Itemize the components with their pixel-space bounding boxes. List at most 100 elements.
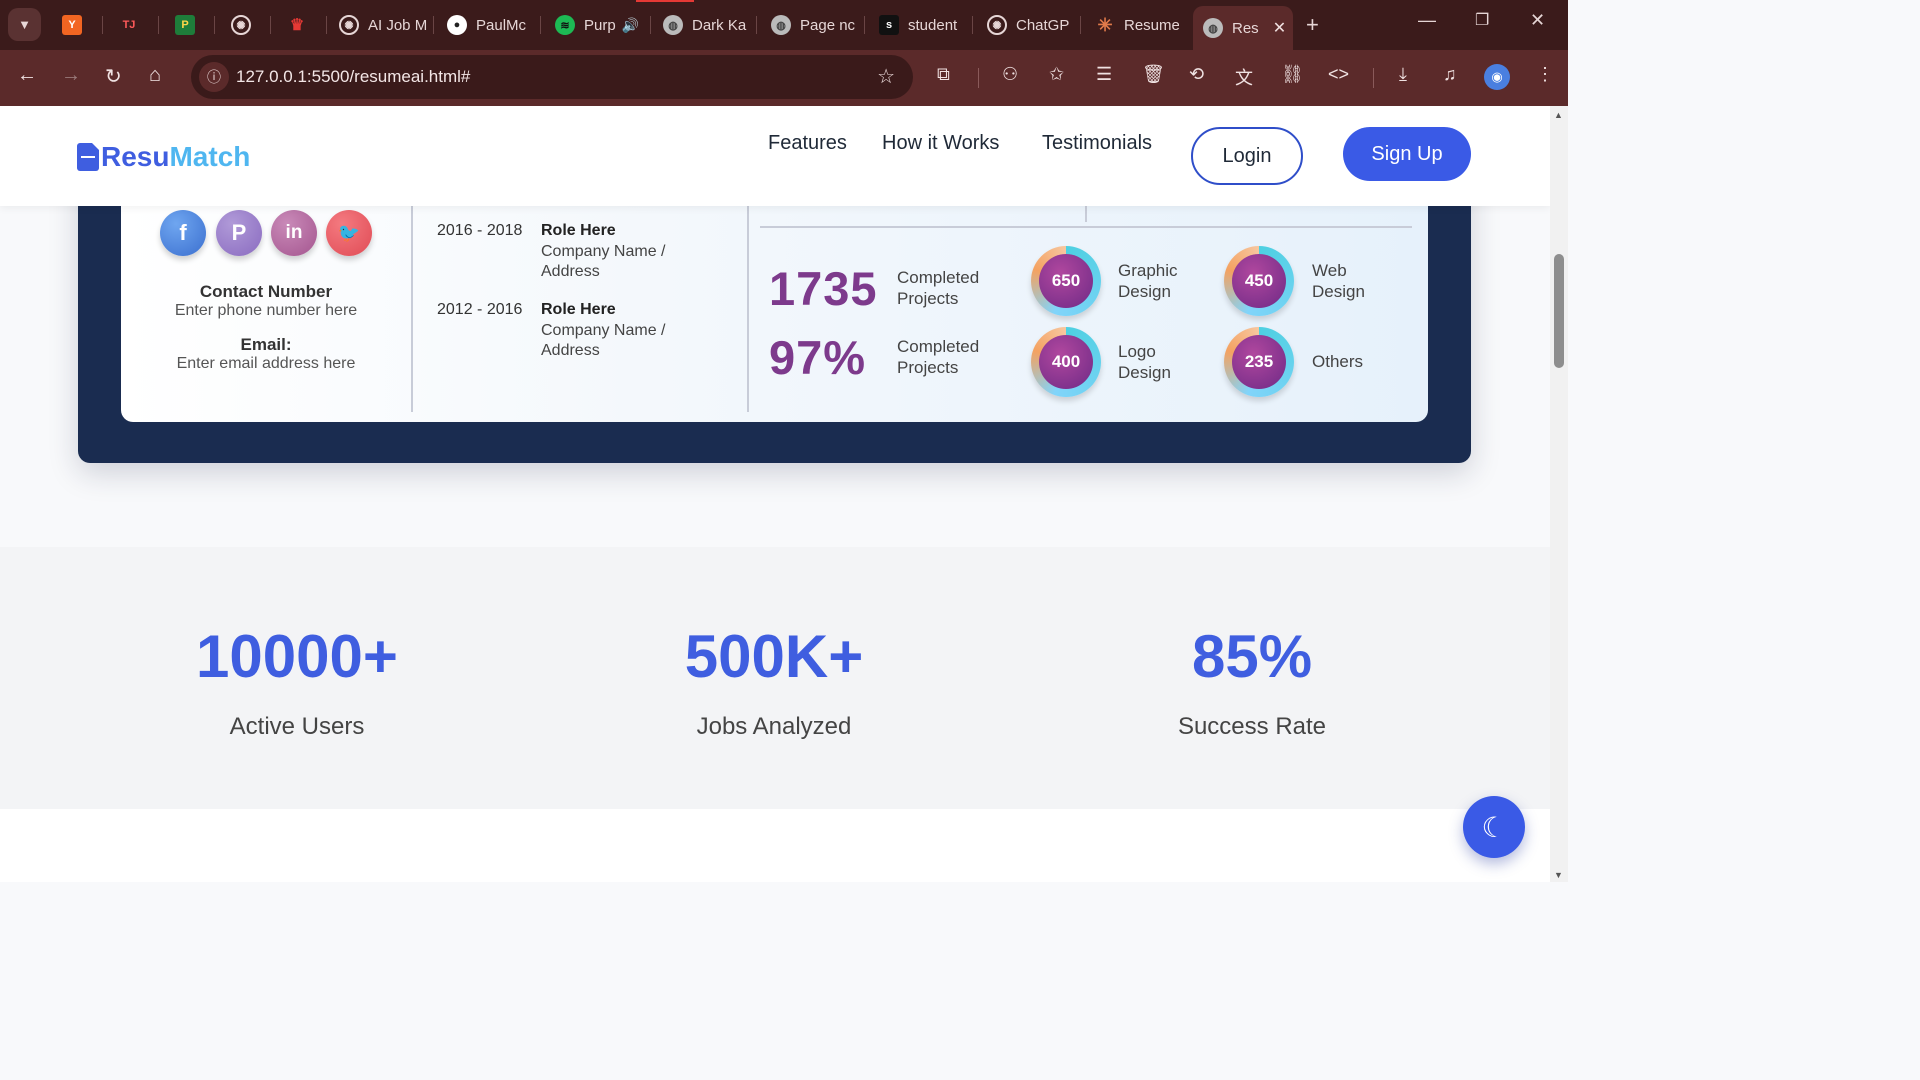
tab-separator bbox=[540, 16, 541, 34]
stat-label: Active Users bbox=[229, 713, 365, 740]
logo-text-part-b: Match bbox=[169, 141, 251, 172]
tab-dark[interactable]: ◍ Dark Ka bbox=[663, 8, 747, 42]
tab-separator bbox=[158, 16, 159, 34]
reload-icon[interactable]: ↻ bbox=[105, 64, 122, 89]
close-tab-icon[interactable]: ✕ bbox=[1273, 18, 1286, 38]
restore-button[interactable]: ❐ bbox=[1475, 10, 1489, 30]
skill-ring: 400 bbox=[1031, 327, 1101, 397]
tab-active-resumatch[interactable]: ◍ Res ✕ bbox=[1193, 6, 1293, 50]
email-value: Enter email address here bbox=[176, 355, 356, 372]
tab-title: Page nc bbox=[800, 16, 855, 34]
nav-features[interactable]: Features bbox=[768, 132, 847, 155]
back-icon[interactable]: ← bbox=[17, 64, 37, 87]
scroll-up-arrow-icon[interactable]: ▲ bbox=[1554, 110, 1563, 120]
speaker-icon[interactable]: 🔊 bbox=[622, 17, 639, 34]
incognito-icon[interactable]: ⚇ bbox=[1002, 64, 1018, 85]
tab-chatgpt[interactable]: ✺ ChatGP bbox=[987, 8, 1073, 42]
dark-mode-toggle-moon-icon[interactable]: ☾ bbox=[1463, 796, 1525, 858]
spotify-icon: ≋ bbox=[555, 15, 575, 35]
tab-openai[interactable]: ✺ bbox=[231, 8, 251, 42]
site-info-icon[interactable]: ⓘ bbox=[199, 62, 229, 92]
bookmark-star-icon[interactable]: ☆ bbox=[877, 64, 895, 89]
link-icon[interactable]: ⛓ bbox=[1281, 64, 1304, 85]
browser-tab-strip: ▼ Y TJ P ✺ ♛ ✺ AI Job M ● PaulMc ≋ Purp … bbox=[0, 0, 1568, 50]
student-icon: s bbox=[879, 15, 899, 35]
home-icon[interactable]: ⌂ bbox=[149, 64, 161, 87]
tab-separator bbox=[214, 16, 215, 34]
contact-number-value: Enter phone number here bbox=[174, 302, 358, 319]
scroll-down-arrow-icon[interactable]: ▼ bbox=[1554, 870, 1563, 880]
stat-value: 85% bbox=[1191, 623, 1313, 690]
tab-student[interactable]: s student bbox=[879, 8, 963, 42]
signup-button[interactable]: Sign Up bbox=[1343, 127, 1471, 181]
experience-dates: 2016 - 2018 bbox=[437, 222, 523, 239]
address-bar[interactable]: ⓘ 127.0.0.1:5500/resumeai.html# ☆ bbox=[191, 55, 913, 99]
nav-how-it-works[interactable]: How it Works bbox=[882, 132, 999, 155]
tab-crown[interactable]: ♛ bbox=[287, 8, 307, 42]
nav-testimonials[interactable]: Testimonials bbox=[1042, 132, 1152, 155]
tab-separator bbox=[270, 16, 271, 34]
experience-role: Role Here bbox=[541, 301, 616, 318]
tab-spotify[interactable]: ≋ Purp 🔊 bbox=[555, 8, 645, 42]
tab-tj[interactable]: TJ bbox=[119, 8, 139, 42]
trash-icon[interactable]: 🗑 bbox=[1142, 64, 1165, 85]
favorites-icon[interactable]: ✩ bbox=[1049, 64, 1064, 85]
big-stat-label: Completed Projects bbox=[897, 337, 980, 377]
tab-ycombinator[interactable]: Y bbox=[62, 8, 82, 42]
extensions-icon[interactable]: ⧉ bbox=[937, 64, 950, 85]
stat-label: Success Rate bbox=[1177, 713, 1327, 740]
tab-title: ChatGP bbox=[1016, 16, 1070, 34]
skill-ring-label: Graphic Design bbox=[1118, 261, 1178, 301]
tab-title: PaulMc bbox=[476, 16, 527, 34]
experience-dates: 2012 - 2016 bbox=[437, 301, 523, 318]
site-header: ResuMatch Features How it Works Testimon… bbox=[0, 106, 1550, 206]
translate-icon[interactable]: 文 bbox=[1235, 64, 1253, 90]
next-section bbox=[0, 809, 1550, 882]
tab-separator bbox=[972, 16, 973, 34]
twitter-icon: 🐦 bbox=[326, 210, 372, 256]
tj-icon: TJ bbox=[122, 19, 136, 31]
tab-ai-job[interactable]: ✺ AI Job M bbox=[339, 8, 427, 42]
stat-success-rate: 85% Success Rate bbox=[1052, 622, 1452, 741]
url-text[interactable]: 127.0.0.1:5500/resumeai.html# bbox=[236, 67, 470, 87]
history-icon[interactable]: ⟲ bbox=[1189, 64, 1204, 85]
new-tab-button[interactable]: + bbox=[1306, 12, 1319, 38]
skill-ring-label: Web Design bbox=[1312, 261, 1365, 301]
contact-number-label: Contact Number bbox=[199, 282, 333, 301]
y-combinator-icon: Y bbox=[62, 15, 82, 35]
tab-resume[interactable]: ✳ Resume bbox=[1095, 8, 1179, 42]
download-icon[interactable]: ⤓ bbox=[1399, 64, 1407, 85]
tab-page-not-found[interactable]: ◍ Page nc bbox=[771, 8, 855, 42]
logo[interactable]: ResuMatch bbox=[77, 141, 250, 173]
openai-icon: ✺ bbox=[339, 15, 359, 35]
forward-icon[interactable]: → bbox=[61, 64, 81, 87]
media-queue-icon[interactable]: ♫ bbox=[1443, 64, 1457, 85]
page-scrollbar[interactable]: ▲ ▼ bbox=[1550, 106, 1568, 882]
big-stat-label: Completed Projects bbox=[897, 268, 980, 308]
tab-search-button[interactable]: ▼ bbox=[8, 8, 41, 41]
stats-section: 10000+ Active Users 500K+ Jobs Analyzed … bbox=[0, 547, 1550, 809]
linkedin-icon: in bbox=[271, 210, 317, 256]
skill-ring: 450 bbox=[1224, 246, 1294, 316]
tab-github[interactable]: ● PaulMc bbox=[447, 8, 533, 42]
code-icon[interactable]: <> bbox=[1328, 64, 1349, 85]
reading-list-icon[interactable]: ☰ bbox=[1096, 64, 1112, 85]
skill-ring-label: Others bbox=[1312, 352, 1364, 371]
login-button[interactable]: Login bbox=[1191, 127, 1303, 185]
browser-toolbar: ← → ↻ ⌂ ⓘ 127.0.0.1:5500/resumeai.html# … bbox=[0, 50, 1568, 106]
claude-icon: ✳ bbox=[1097, 14, 1113, 35]
page-viewport: f P in 🐦 Contact Number Enter phone numb… bbox=[0, 106, 1550, 882]
skill-ring-value: 400 bbox=[1039, 335, 1093, 389]
globe-icon: ◍ bbox=[771, 15, 791, 35]
scrollbar-thumb[interactable] bbox=[1554, 254, 1564, 368]
more-menu-icon[interactable]: ⋮ bbox=[1536, 64, 1554, 85]
skill-ring-label: Logo Design bbox=[1118, 342, 1171, 382]
profile-avatar[interactable]: ◉ bbox=[1484, 64, 1510, 90]
contact-number-block: Contact Number Enter phone number here bbox=[121, 282, 411, 320]
tab-p[interactable]: P bbox=[175, 8, 195, 42]
close-window-button[interactable]: ✕ bbox=[1530, 10, 1545, 31]
facebook-icon: f bbox=[160, 210, 206, 256]
resume-file-icon bbox=[77, 143, 99, 171]
minimize-button[interactable]: — bbox=[1418, 10, 1436, 31]
stat-active-users: 10000+ Active Users bbox=[97, 622, 497, 741]
